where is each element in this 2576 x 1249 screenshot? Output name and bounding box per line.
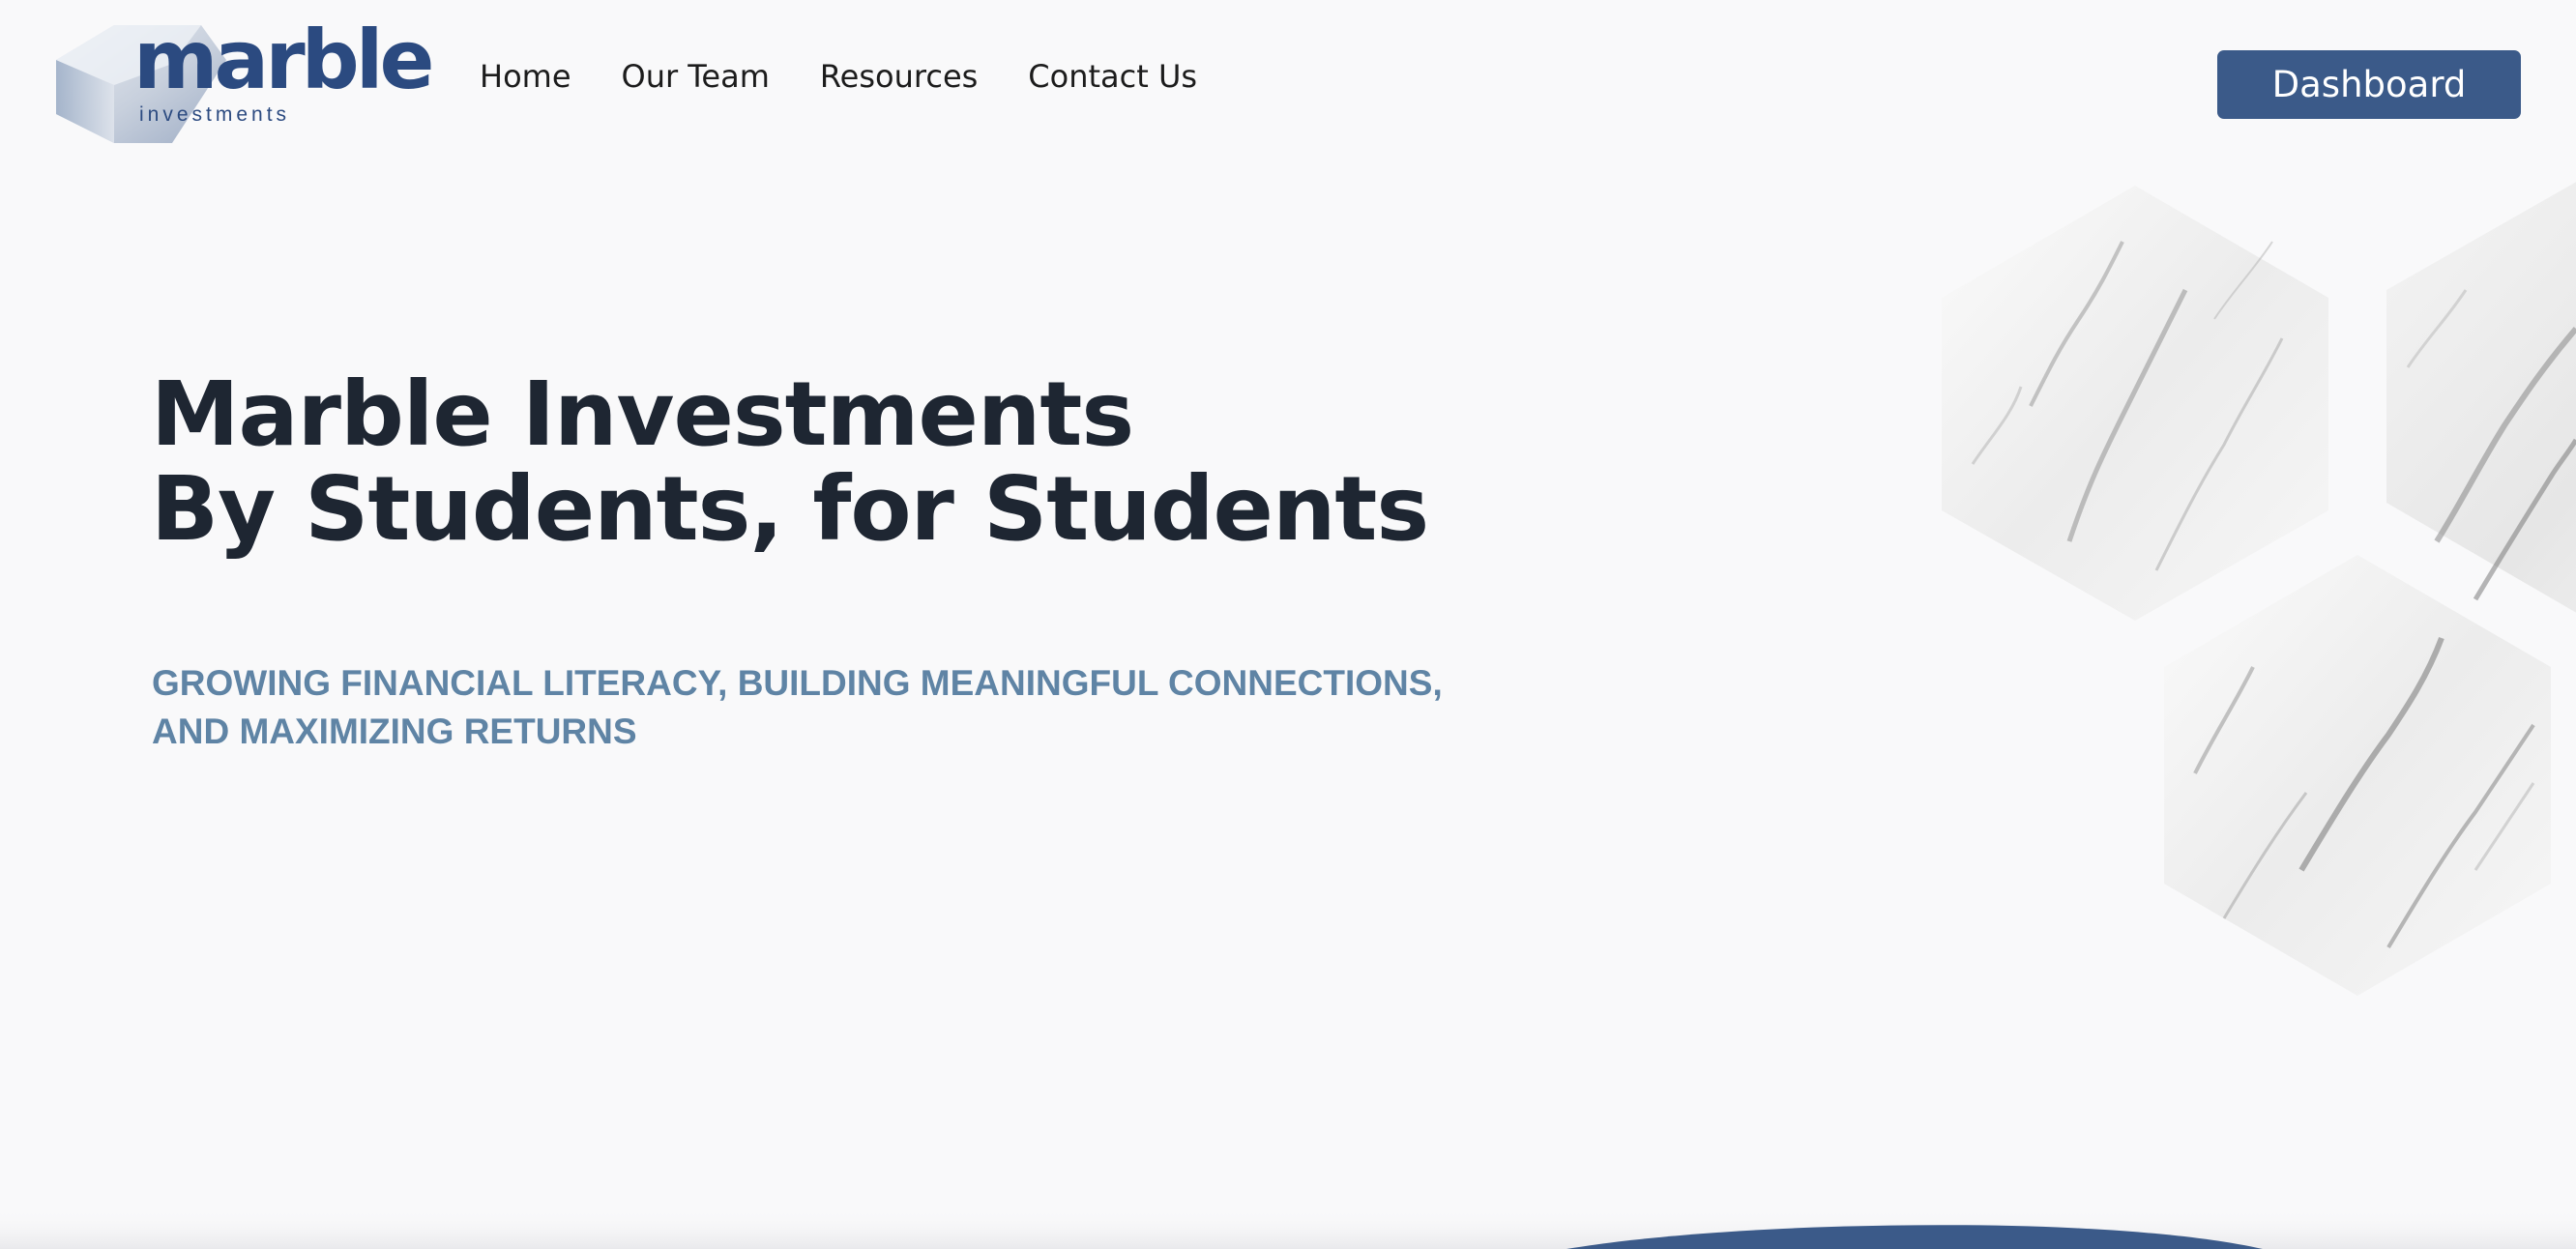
landing-page: marble investments Home Our Team Resourc… xyxy=(0,0,2576,1249)
bottom-wave-shape xyxy=(0,1208,2576,1249)
